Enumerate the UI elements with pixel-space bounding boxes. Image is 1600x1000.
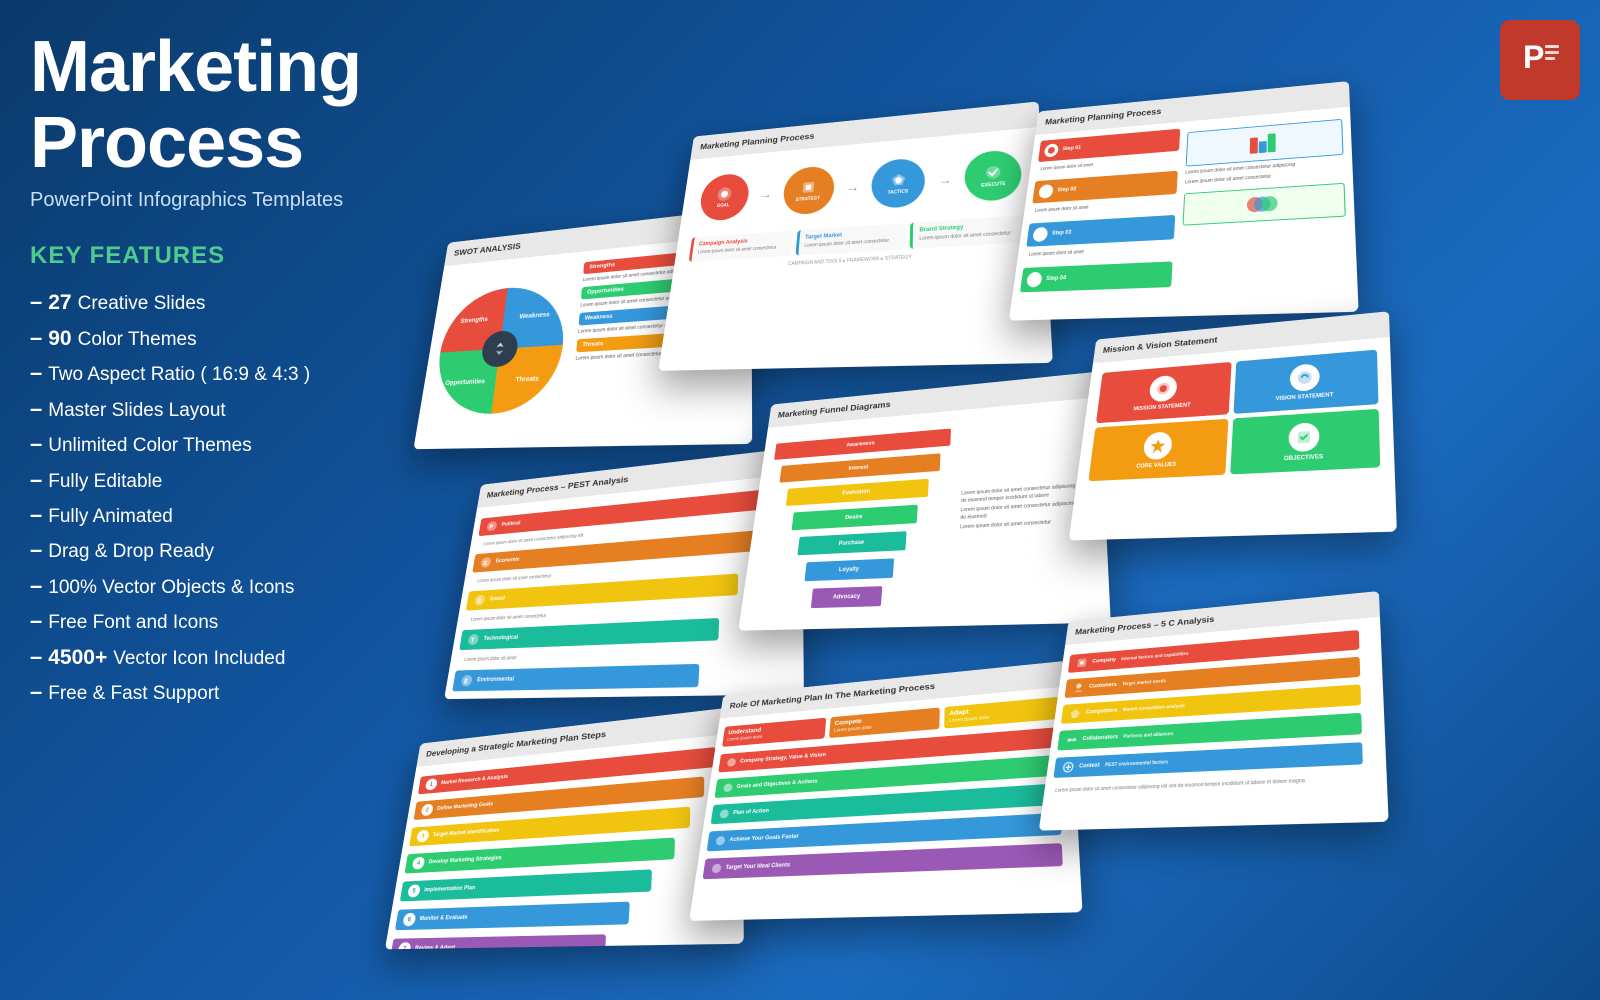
slide-mission-body: MISSION STATEMENT VISION STATEMENT CORE … — [1069, 337, 1397, 540]
strategic-step-7: 7 Review & Adapt — [390, 934, 606, 949]
feature-item-2: – 90 Color Themes — [30, 320, 460, 356]
slide-mission-title: Mission & Vision Statement — [1102, 335, 1217, 354]
process-step-4: EXECUTE — [965, 149, 1023, 203]
pest-row-6: L Legal — [447, 697, 679, 699]
funnel-bar-5: Purchase — [798, 531, 907, 555]
feature-item-1: – 27 Creative Slides — [30, 284, 460, 320]
feature-item-4: – Master Slides Layout — [30, 391, 460, 426]
feature-item-6: – Fully Editable — [30, 462, 460, 497]
slide-role: Role Of Marketing Plan In The Marketing … — [689, 661, 1082, 921]
slide-role-body: Understand Lorem ipsum dolor Compete Lor… — [689, 686, 1082, 921]
slide-funnel-title: Marketing Funnel Diagrams — [777, 400, 890, 420]
process-step-2: STRATEGY — [781, 165, 835, 216]
slide-swot-title: SWOT ANALYSIS — [453, 242, 521, 258]
feature-item-9: – 100% Vector Objects & Icons — [30, 568, 460, 603]
key-features-label: KEY FEATURES — [30, 242, 460, 270]
slide-mission: Mission & Vision Statement MISSION STATE… — [1069, 311, 1397, 540]
strategic-step-5: 5 Implementation Plan — [400, 869, 652, 901]
feature-item-3: – Two Aspect Ratio ( 16:9 & 4:3 ) — [30, 355, 460, 390]
mission-item-4: OBJECTIVES — [1230, 409, 1381, 475]
slide-funnel: Marketing Funnel Diagrams Awareness Inte… — [738, 372, 1111, 631]
slide-mpp-title: Marketing Planning Process — [700, 132, 815, 152]
funnel-bar-7: Advocacy — [811, 586, 883, 608]
funnel-bar-4: Desire — [792, 505, 918, 531]
feature-item-12: – Free & Fast Support — [30, 674, 460, 709]
main-title: Marketing Process — [30, 30, 460, 181]
subtitle: PowerPoint Infographics Templates — [30, 189, 460, 212]
slide-mpp-body: GOAL → STRATEGY → TACTICS → E — [658, 127, 1053, 371]
left-panel: Marketing Process PowerPoint Infographic… — [30, 30, 460, 709]
slides-area: SWOT ANALYSIS Strengths Weakness Opportu… — [380, 80, 1600, 1000]
slide-funnel-body: Awareness Interest Evaluation Desire Pur… — [738, 397, 1111, 631]
feature-item-7: – Fully Animated — [30, 497, 460, 532]
mission-item-1: MISSION STATEMENT — [1096, 362, 1231, 423]
svg-text:P: P — [1523, 39, 1544, 75]
slide-mpp: Marketing Planning Process GOAL → STRATE… — [658, 101, 1053, 370]
process-step-3: TACTICS — [871, 157, 926, 209]
feature-item-10: – Free Font and Icons — [30, 603, 460, 638]
features-list: – 27 Creative Slides – 90 Color Themes –… — [30, 284, 460, 709]
slide-mpp2: Marketing Planning Process Step 01 Lorem… — [1009, 81, 1359, 321]
slide-mpp2-title: Marketing Planning Process — [1045, 107, 1162, 127]
slide-5c-body: Company Internal factors and capabilitie… — [1039, 617, 1389, 831]
process-step-1: GOAL — [697, 172, 750, 221]
feature-item-8: – Drag & Drop Ready — [30, 532, 460, 567]
ppt-icon-badge: P — [1500, 20, 1580, 100]
pest-row-5: E Environmental — [452, 664, 699, 692]
mission-grid: MISSION STATEMENT VISION STATEMENT CORE … — [1083, 345, 1386, 486]
strategic-step-6: 6 Monitor & Evaluate — [395, 902, 629, 931]
mission-item-2: VISION STATEMENT — [1233, 350, 1378, 414]
feature-item-5: – Unlimited Color Themes — [30, 426, 460, 461]
mission-item-3: CORE VALUES — [1088, 419, 1228, 481]
funnel-bar-3: Evaluation — [786, 479, 929, 506]
feature-item-11: – 4500+ Vector Icon Included — [30, 639, 460, 675]
funnel-bar-2: Interest — [780, 453, 940, 482]
slide-mpp2-body: Step 01 Lorem ipsum dolor sit amet Step … — [1009, 107, 1359, 321]
ppt-letter: P — [1515, 30, 1565, 90]
slide-5c: Marketing Process – 5 C Analysis Company… — [1039, 591, 1389, 831]
funnel-bar-6: Loyalty — [804, 558, 894, 581]
